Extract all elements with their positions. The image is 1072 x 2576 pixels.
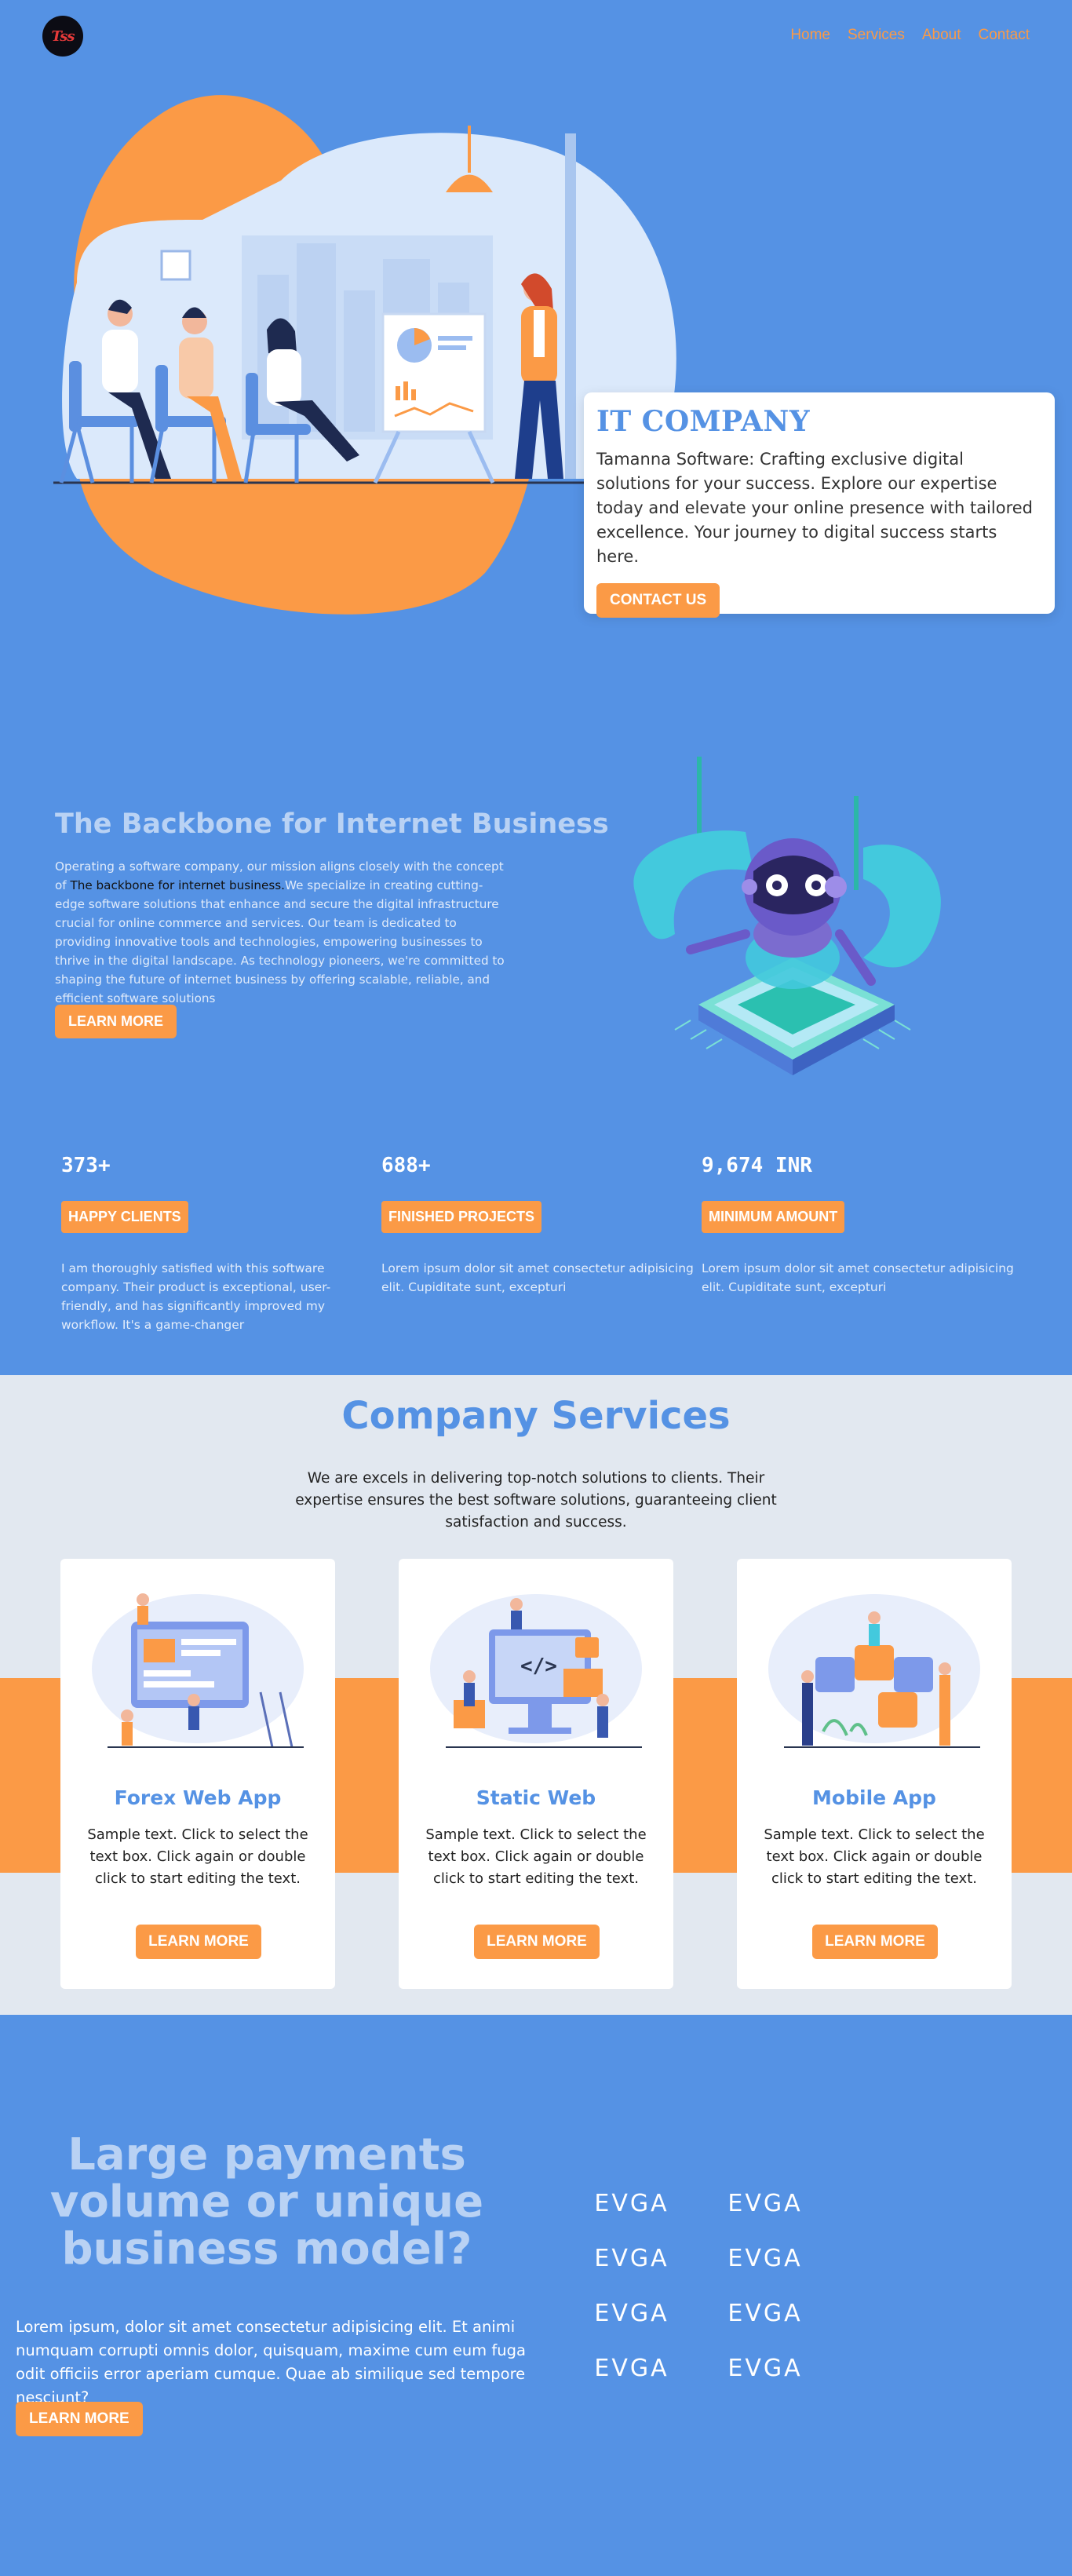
- stat-number: 373+: [61, 1154, 111, 1177]
- nav-link-contact[interactable]: Contact: [979, 27, 1030, 44]
- svg-text:EVGA: EVGA: [594, 2190, 669, 2217]
- svg-text:EVGA: EVGA: [727, 2190, 802, 2217]
- stat-number: 688+: [381, 1154, 431, 1177]
- forex-web-app-illustration: [92, 1593, 304, 1748]
- evga-logo: EVGA: [594, 2300, 669, 2326]
- svg-text:EVGA: EVGA: [727, 2355, 802, 2381]
- svg-text:EVGA: EVGA: [594, 2300, 669, 2326]
- service-card-title: Mobile App: [812, 1786, 936, 1809]
- static-web-illustration: </>: [430, 1594, 642, 1748]
- backbone-text-body: We specialize in creating cutting-edge s…: [55, 878, 505, 1005]
- backbone-text: Operating a software company, our missio…: [55, 857, 510, 1008]
- service-card-static-web: </> Static Web Sample text. Click to sel…: [399, 1559, 673, 1989]
- nav-link-services[interactable]: Services: [848, 27, 905, 44]
- partner-logos: EVGA EVGA EVGA EVGA EVGA EVGA EVGA EVGA: [581, 2190, 863, 2417]
- hero-card: IT COMPANY Tamanna Software: Crafting ex…: [584, 392, 1055, 618]
- stat-minimum-amount: 9,674 INR MINIMUM AMOUNT Lorem ipsum dol…: [702, 1154, 1015, 1294]
- stat-description: Lorem ipsum dolor sit amet consectetur a…: [702, 1261, 1014, 1294]
- hero-description: Tamanna Software: Crafting exclusive dig…: [596, 450, 1033, 566]
- services-section: Company Services We are excels in delive…: [0, 1375, 1072, 2015]
- backbone-learn-more-button[interactable]: LEARN MORE: [55, 1005, 177, 1038]
- logo[interactable]: Tss: [42, 16, 83, 57]
- happy-clients-button[interactable]: HAPPY CLIENTS: [61, 1201, 188, 1233]
- svg-text:EVGA: EVGA: [594, 2245, 669, 2271]
- stat-description: I am thoroughly satisfied with this soft…: [61, 1261, 331, 1332]
- service-card-text: Sample text. Click to select the text bo…: [425, 1826, 647, 1887]
- static-web-learn-more-button[interactable]: LEARN MORE: [474, 1925, 600, 1959]
- service-card-title: Forex Web App: [114, 1786, 282, 1809]
- mobile-app-illustration: [768, 1594, 980, 1748]
- payments-text: Lorem ipsum, dolor sit amet consectetur …: [16, 2318, 526, 2406]
- finished-projects-button[interactable]: FINISHED PROJECTS: [381, 1201, 542, 1233]
- stat-happy-clients: 373+ HAPPY CLIENTS I am thoroughly satis…: [61, 1154, 375, 1332]
- evga-logo: EVGA: [727, 2190, 802, 2217]
- evga-logo: EVGA: [727, 2300, 802, 2326]
- payments-title: Large payments volume or unique business…: [49, 2129, 484, 2275]
- minimum-amount-button[interactable]: MINIMUM AMOUNT: [702, 1201, 845, 1233]
- evga-logo: EVGA: [594, 2190, 669, 2217]
- logo-text: Tss: [51, 27, 75, 45]
- robot-illustration: [633, 757, 941, 1075]
- evga-logo: EVGA: [594, 2355, 669, 2381]
- svg-text:</>: </>: [520, 1655, 557, 1678]
- services-subtitle: We are excels in delivering top-notch so…: [295, 1470, 777, 1531]
- stat-description: Lorem ipsum dolor sit amet consectetur a…: [381, 1261, 694, 1294]
- service-card-text: Sample text. Click to select the text bo…: [764, 1826, 985, 1887]
- services-title: Company Services: [341, 1394, 731, 1438]
- hero-title: IT COMPANY: [596, 405, 811, 438]
- navbar: Tss Home Services About Contact: [0, 0, 1072, 71]
- nav-link-about[interactable]: About: [922, 27, 961, 44]
- backbone-text-highlight: The backbone for internet business.: [70, 878, 285, 892]
- evga-logo: EVGA: [727, 2355, 802, 2381]
- service-card-title: Static Web: [476, 1786, 596, 1809]
- service-card-mobile-app: Mobile App Sample text. Click to select …: [737, 1559, 1012, 1989]
- svg-text:EVGA: EVGA: [727, 2300, 802, 2326]
- evga-logo: EVGA: [594, 2245, 669, 2271]
- service-card-forex: Forex Web App Sample text. Click to sele…: [60, 1559, 335, 1989]
- forex-learn-more-button[interactable]: LEARN MORE: [136, 1925, 261, 1959]
- stat-finished-projects: 688+ FINISHED PROJECTS Lorem ipsum dolor…: [381, 1154, 695, 1294]
- service-card-text: Sample text. Click to select the text bo…: [87, 1826, 308, 1887]
- evga-logo: EVGA: [727, 2245, 802, 2271]
- contact-us-button[interactable]: CONTACT US: [596, 583, 720, 618]
- backbone-title: The Backbone for Internet Business: [55, 808, 609, 840]
- nav-links: Home Services About Contact: [790, 27, 1030, 44]
- nav-link-home[interactable]: Home: [790, 27, 830, 44]
- svg-text:EVGA: EVGA: [594, 2355, 669, 2381]
- svg-text:EVGA: EVGA: [727, 2245, 802, 2271]
- mobile-app-learn-more-button[interactable]: LEARN MORE: [812, 1925, 938, 1959]
- page: Tss Home Services About Contact IT COMPA…: [0, 0, 1072, 2576]
- payments-learn-more-button[interactable]: LEARN MORE: [16, 2402, 143, 2436]
- stat-number: 9,674 INR: [702, 1154, 812, 1177]
